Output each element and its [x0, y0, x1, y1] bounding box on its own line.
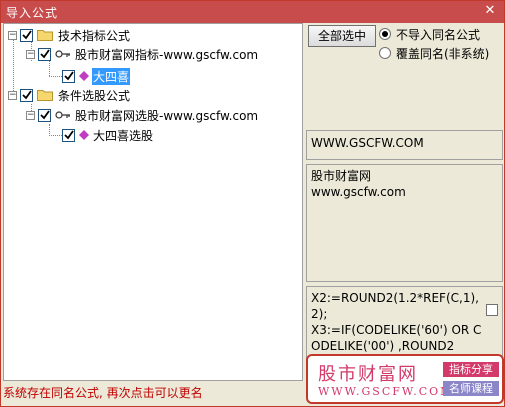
description-box[interactable]: 股市财富网 www.gscfw.com: [306, 164, 503, 282]
collapse-icon[interactable]: −: [26, 49, 35, 59]
title-bar[interactable]: 导入公式 ✕: [1, 1, 504, 23]
tree-connector: [49, 135, 62, 136]
formula-tree[interactable]: − 技术指标公式 − 股市财富网指标-www.gscfw.com 大四喜 − 条…: [3, 23, 303, 381]
tree-checkbox[interactable]: [20, 28, 33, 42]
formula-diamond-icon: [79, 130, 89, 140]
close-icon[interactable]: ✕: [482, 3, 498, 19]
tree-node-label: 条件选股公式: [58, 88, 131, 103]
key-icon: [55, 111, 70, 119]
collapse-icon[interactable]: −: [8, 90, 17, 100]
tree-connector: [49, 76, 62, 77]
tree-node-dasixi-screening[interactable]: 大四喜选股: [62, 126, 154, 144]
logo-url: WWW.GSCFW.COM: [318, 385, 454, 398]
tree-node-stock-screening[interactable]: − 条件选股公式: [8, 86, 131, 104]
radio-no-import[interactable]: 不导入同名公式: [379, 25, 480, 43]
tree-checkbox[interactable]: [38, 47, 51, 61]
description-line: 股市财富网: [311, 169, 372, 183]
radio-overwrite[interactable]: 覆盖同名(非系统): [379, 44, 489, 62]
window-title: 导入公式: [6, 6, 59, 20]
tree-node-dasixi[interactable]: 大四喜: [62, 67, 131, 85]
status-message: 系统存在同名公式, 再次点击可以更名: [3, 386, 203, 400]
collapse-icon[interactable]: −: [8, 30, 17, 40]
key-icon: [55, 50, 70, 58]
description-line: www.gscfw.com: [311, 185, 406, 199]
tree-node-label: 大四喜选股: [93, 128, 154, 143]
folder-icon: [37, 30, 53, 41]
tree-node-gscfw-screening[interactable]: − 股市财富网选股-www.gscfw.com: [26, 106, 259, 124]
tree-connector: [49, 61, 50, 76]
import-formula-dialog: 导入公式 ✕ − 技术指标公式 − 股市财富网指标-www.gscfw.com: [0, 0, 505, 407]
folder-icon: [37, 90, 53, 101]
website-field: WWW.GSCFW.COM: [306, 130, 503, 160]
tree-checkbox[interactable]: [62, 128, 75, 142]
tree-checkbox[interactable]: [20, 88, 33, 102]
tree-node-label: 股市财富网选股-www.gscfw.com: [75, 108, 259, 123]
tree-node-gscfw-indicator[interactable]: − 股市财富网指标-www.gscfw.com: [26, 45, 259, 63]
formula-diamond-icon: [79, 71, 89, 81]
collapse-icon[interactable]: −: [26, 110, 35, 120]
radio-button[interactable]: [379, 28, 391, 40]
code-checkbox[interactable]: [486, 304, 498, 316]
logo-tag-courses: 名师课程: [443, 381, 499, 396]
tree-node-tech-indicators[interactable]: − 技术指标公式: [8, 26, 131, 44]
tree-node-label: 股市财富网指标-www.gscfw.com: [75, 47, 259, 62]
radio-button[interactable]: [379, 47, 391, 59]
watermark-logo: 股市财富网 WWW.GSCFW.COM 指标分享 名师课程: [306, 354, 504, 404]
select-all-button[interactable]: 全部选中: [308, 25, 376, 47]
tree-checkbox[interactable]: [62, 69, 75, 83]
tree-node-label: 技术指标公式: [58, 28, 131, 43]
formula-code: X2:=ROUND2(1.2*REF(C,1),2); X3:=IF(CODEL…: [311, 291, 482, 353]
tree-node-label: 大四喜: [92, 67, 131, 85]
logo-title: 股市财富网: [318, 364, 418, 385]
options-column: 全部选中 不导入同名公式 覆盖同名(非系统) WWW.GSCFW.COM 股市财…: [306, 23, 504, 381]
tree-checkbox[interactable]: [38, 108, 51, 122]
logo-tag-indicators: 指标分享: [443, 362, 499, 377]
